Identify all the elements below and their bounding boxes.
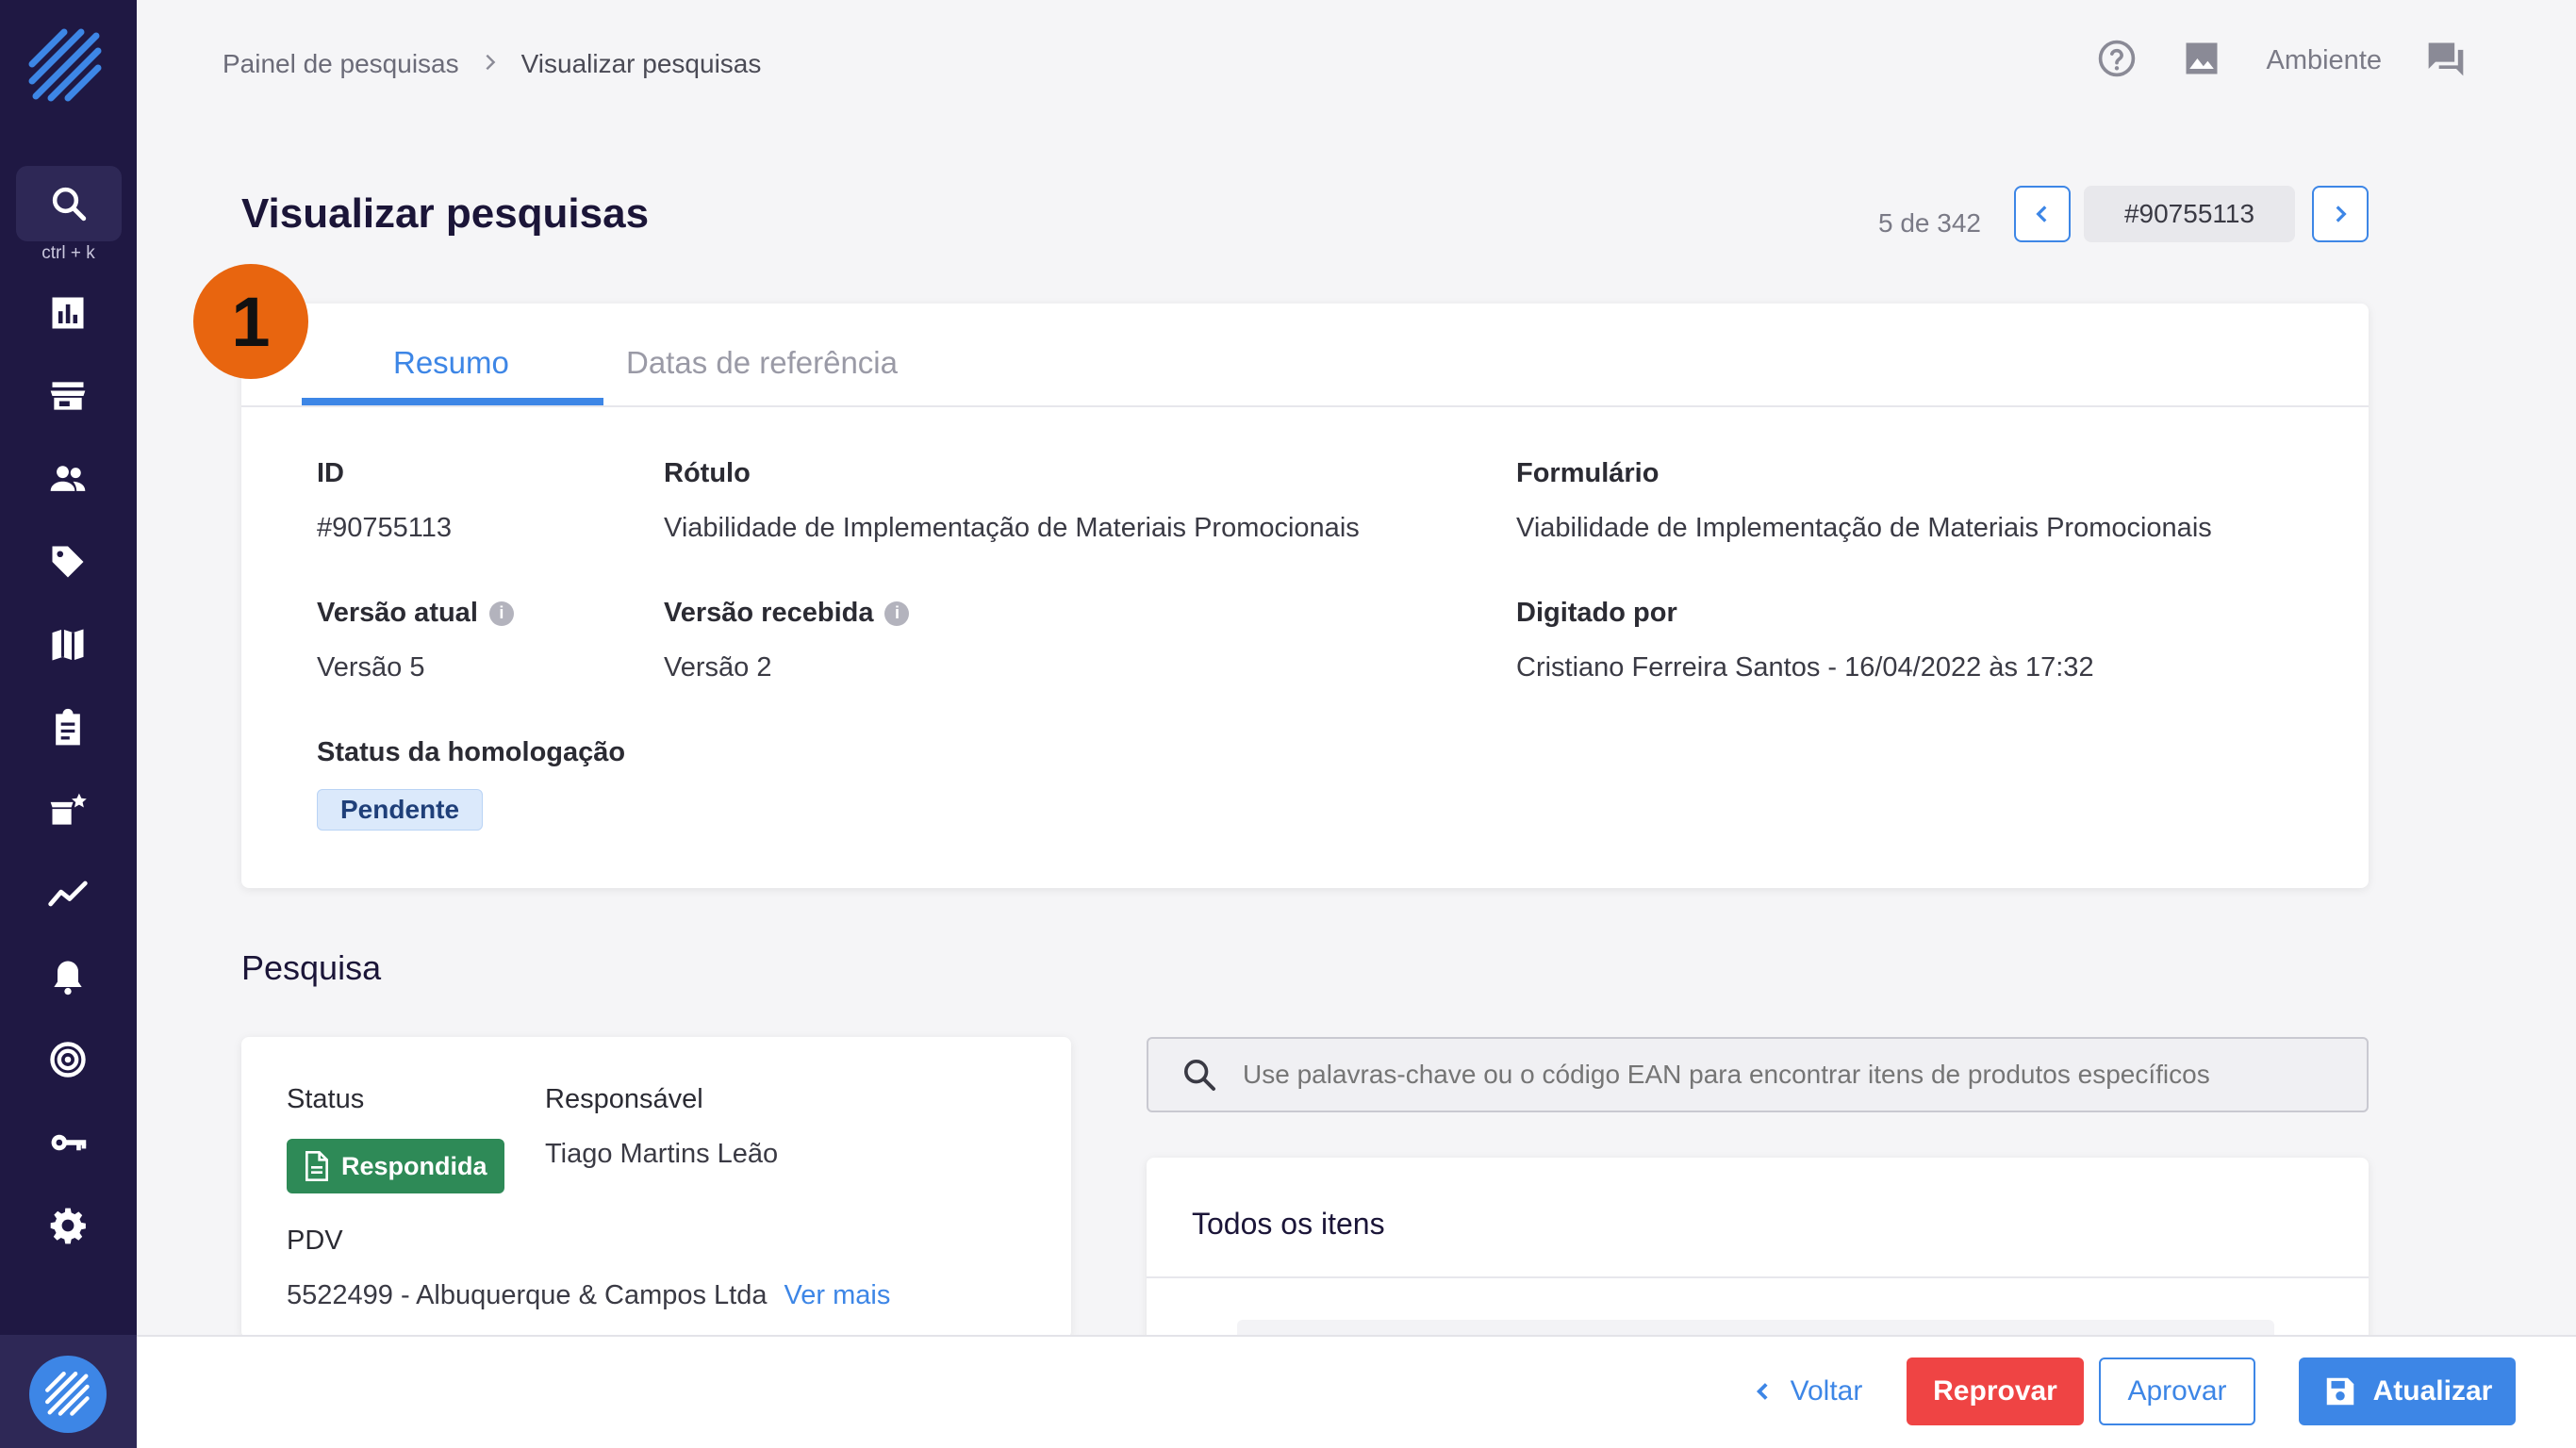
- id-value: #90755113: [317, 513, 453, 543]
- sidebar: ctrl + k: [0, 0, 137, 1448]
- map-icon[interactable]: [41, 618, 94, 671]
- status-badge: Pendente: [317, 789, 484, 831]
- gear-icon[interactable]: [41, 1199, 94, 1252]
- label-value: Viabilidade de Implementação de Materiai…: [664, 513, 1360, 543]
- info-icon[interactable]: i: [884, 601, 910, 626]
- breadcrumb: Painel de pesquisas Visualizar pesquisas: [223, 49, 761, 79]
- breadcrumb-current: Visualizar pesquisas: [520, 49, 762, 78]
- divider: [1147, 1276, 2369, 1278]
- tab-summary[interactable]: Resumo: [393, 345, 509, 381]
- all-items-card: Todos os itens: [1147, 1158, 2369, 1348]
- current-survey-id: #90755113: [2084, 186, 2295, 242]
- people-icon[interactable]: [41, 452, 94, 505]
- received-version-value: Versão 2: [664, 652, 772, 683]
- chevron-left-icon: [1756, 1383, 1768, 1400]
- logo-icon[interactable]: [26, 26, 111, 111]
- search-shortcut-hint: ctrl + k: [41, 243, 95, 263]
- info-icon[interactable]: i: [488, 601, 514, 626]
- bar-chart-icon[interactable]: [41, 287, 94, 339]
- next-button[interactable]: [2312, 186, 2369, 242]
- trend-icon[interactable]: [41, 867, 94, 920]
- status-badge: Respondida: [287, 1139, 504, 1193]
- reject-button[interactable]: Reprovar: [1907, 1358, 2084, 1425]
- active-tab-indicator: [302, 398, 603, 405]
- search-input[interactable]: [1243, 1060, 2337, 1090]
- pdv-label: PDV: [287, 1226, 343, 1256]
- store-star-icon[interactable]: [41, 784, 94, 837]
- chevron-right-icon: [480, 49, 501, 79]
- responsible-label: Responsável: [545, 1084, 703, 1114]
- survey-info-card: Status Respondida Responsável Tiago Mart…: [241, 1037, 1071, 1339]
- target-icon[interactable]: [41, 1033, 94, 1086]
- product-search[interactable]: [1147, 1037, 2369, 1112]
- search-icon[interactable]: [16, 166, 122, 241]
- breadcrumb-link-survey-panel[interactable]: Painel de pesquisas: [223, 49, 459, 79]
- approve-button[interactable]: Aprovar: [2099, 1358, 2255, 1425]
- back-button[interactable]: Voltar: [1741, 1358, 1873, 1425]
- section-title-survey: Pesquisa: [241, 948, 382, 987]
- see-more-link[interactable]: Ver mais: [784, 1280, 891, 1310]
- update-button[interactable]: Atualizar: [2299, 1358, 2516, 1425]
- help-icon[interactable]: [2096, 38, 2138, 84]
- current-version-label: Versão atual i: [317, 598, 514, 629]
- received-version-label: Versão recebida i: [664, 598, 910, 629]
- page-title: Visualizar pesquisas: [241, 190, 650, 237]
- search-icon: [1184, 1060, 1215, 1091]
- bell-icon[interactable]: [41, 950, 94, 1003]
- brand-avatar-icon[interactable]: [29, 1356, 107, 1433]
- label-label: Rótulo: [664, 458, 751, 488]
- document-icon: [305, 1151, 328, 1181]
- chevron-left-icon: [2036, 206, 2047, 222]
- previous-button[interactable]: [2014, 186, 2071, 242]
- clipboard-icon[interactable]: [41, 701, 94, 754]
- pdv-value: 5522499 - Albuquerque & Campos Ltda Ver …: [287, 1280, 891, 1310]
- tab-bar: Resumo Datas de referência: [241, 304, 2369, 407]
- all-items-title: Todos os itens: [1192, 1207, 1385, 1241]
- status-label: Status: [287, 1084, 365, 1114]
- annotation-marker: 1: [193, 264, 308, 379]
- approval-status-label: Status da homologação: [317, 737, 626, 767]
- form-label: Formulário: [1516, 458, 1660, 488]
- image-icon[interactable]: [2181, 38, 2222, 84]
- topbar-actions: Ambiente: [2096, 38, 2467, 84]
- store-icon[interactable]: [41, 370, 94, 422]
- tab-reference-dates[interactable]: Datas de referência: [626, 345, 898, 381]
- current-version-value: Versão 5: [317, 652, 425, 683]
- summary-card: Resumo Datas de referência ID #90755113 …: [241, 304, 2369, 888]
- chat-icon[interactable]: [2425, 38, 2467, 84]
- typed-by-label: Digitado por: [1516, 598, 1677, 628]
- form-value: Viabilidade de Implementação de Materiai…: [1516, 513, 2212, 543]
- id-label: ID: [317, 458, 344, 488]
- environment-selector[interactable]: Ambiente: [2266, 45, 2382, 76]
- save-icon: [2326, 1377, 2353, 1406]
- tag-icon[interactable]: [41, 535, 94, 588]
- typed-by-value: Cristiano Ferreira Santos - 16/04/2022 à…: [1516, 652, 2094, 683]
- key-icon[interactable]: [41, 1116, 94, 1169]
- pager-count: 5 de 342: [1878, 208, 1981, 238]
- chevron-right-icon: [2336, 206, 2347, 222]
- responsible-value: Tiago Martins Leão: [545, 1139, 779, 1169]
